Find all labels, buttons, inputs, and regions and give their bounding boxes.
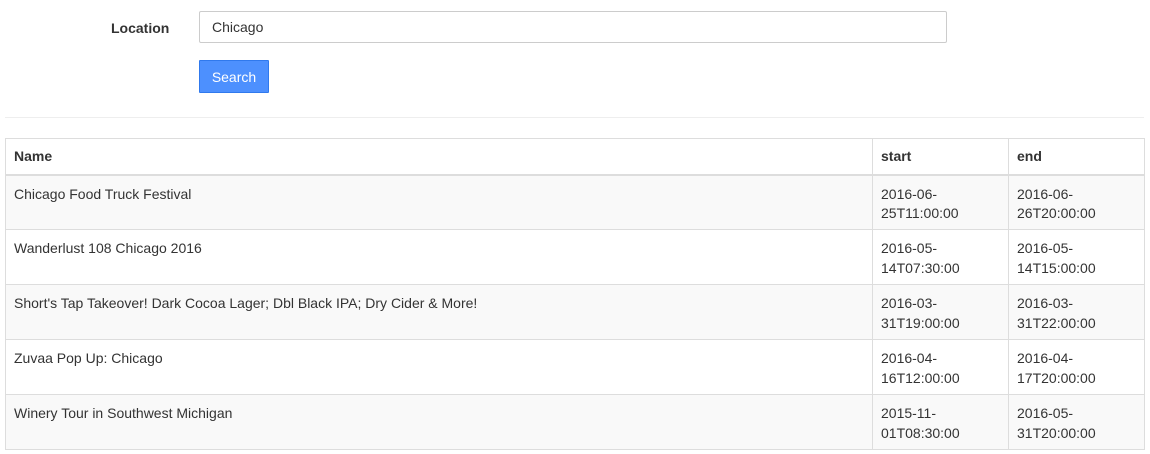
cell-name: Short's Tap Takeover! Dark Cocoa Lager; … (5, 284, 873, 340)
cell-start: 2016-04-16T12:00:00 (872, 339, 1009, 395)
search-button[interactable]: Search (199, 60, 269, 93)
cell-end: 2016-05-14T15:00:00 (1008, 229, 1145, 285)
cell-name: Chicago Food Truck Festival (5, 174, 873, 230)
column-header-start[interactable]: start (872, 138, 1009, 176)
cell-start: 2016-05-14T07:30:00 (872, 229, 1009, 285)
cell-name: Winery Tour in Southwest Michigan (5, 394, 873, 450)
cell-start: 2016-06-25T11:00:00 (872, 174, 1009, 230)
table-row[interactable]: Wanderlust 108 Chicago 2016 2016-05-14T0… (5, 229, 1145, 285)
cell-start: 2016-03-31T19:00:00 (872, 284, 1009, 340)
location-form-row: Location (0, 11, 1150, 45)
cell-end: 2016-04-17T20:00:00 (1008, 339, 1145, 395)
table-row[interactable]: Winery Tour in Southwest Michigan 2015-1… (5, 394, 1145, 450)
cell-end: 2016-06-26T20:00:00 (1008, 174, 1145, 230)
location-input[interactable] (199, 11, 947, 43)
cell-name: Zuvaa Pop Up: Chicago (5, 339, 873, 395)
location-label: Location (111, 20, 170, 36)
cell-start: 2015-11-01T08:30:00 (872, 394, 1009, 450)
divider (5, 117, 1144, 118)
table-header-row: Name start end (5, 138, 1145, 176)
cell-end: 2016-05-31T20:00:00 (1008, 394, 1145, 450)
column-header-end[interactable]: end (1008, 138, 1145, 176)
table-row[interactable]: Chicago Food Truck Festival 2016-06-25T1… (5, 174, 1145, 230)
table-row[interactable]: Short's Tap Takeover! Dark Cocoa Lager; … (5, 284, 1145, 340)
cell-name: Wanderlust 108 Chicago 2016 (5, 229, 873, 285)
events-table: Name start end Chicago Food Truck Festiv… (5, 138, 1145, 450)
events-table-container: Name start end Chicago Food Truck Festiv… (5, 138, 1145, 450)
table-row[interactable]: Zuvaa Pop Up: Chicago 2016-04-16T12:00:0… (5, 339, 1145, 395)
column-header-name[interactable]: Name (5, 138, 873, 176)
cell-end: 2016-03-31T22:00:00 (1008, 284, 1145, 340)
